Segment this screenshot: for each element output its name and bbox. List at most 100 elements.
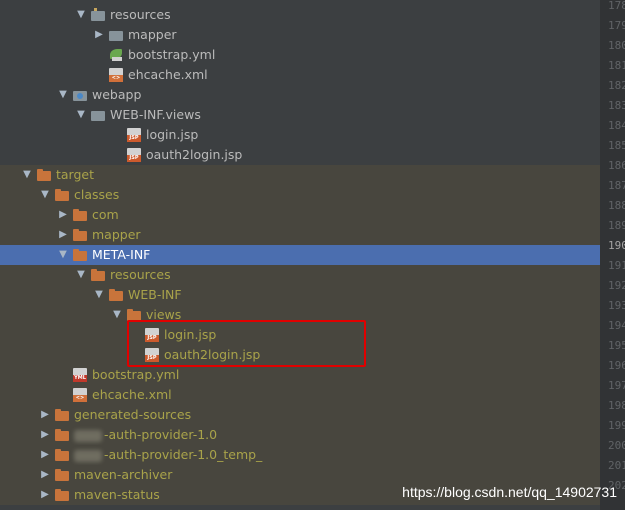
tree-row[interactable]: ▶ mapper (0, 225, 600, 245)
chevron-right-icon[interactable]: ▶ (38, 427, 52, 443)
chevron-down-icon[interactable]: ▼ (110, 307, 124, 323)
line-number: 189 (608, 219, 625, 232)
tree-row[interactable]: ▶ com (0, 205, 600, 225)
excluded-folder-icon (55, 469, 69, 481)
watermark: https://blog.csdn.net/qq_14902731 (402, 484, 617, 500)
tree-item-label: resources (110, 7, 171, 23)
tree-item-text: maven-archiver (74, 467, 173, 482)
tree-item-text: bootstrap.yml (92, 367, 180, 382)
tree-row[interactable]: ▼ resources (0, 5, 600, 25)
chevron-right-icon[interactable]: ▶ (56, 227, 70, 243)
tree-item-label: oauth2login.jsp (146, 147, 242, 163)
redacted-blur (74, 429, 102, 442)
tree-item-text: webapp (92, 87, 142, 102)
tree-item-label: META-INF (92, 247, 150, 263)
chevron-down-icon[interactable]: ▼ (92, 287, 106, 303)
tree-row[interactable]: <> ehcache.xml (0, 385, 600, 405)
chevron-right-icon[interactable]: ▶ (38, 407, 52, 423)
tree-row[interactable]: JSP oauth2login.jsp (0, 145, 600, 165)
chevron-down-icon[interactable]: ▼ (74, 107, 88, 123)
tree-row[interactable]: ▶ -auth-provider-1.0 (0, 425, 600, 445)
chevron-down-icon[interactable]: ▼ (56, 247, 70, 263)
excluded-folder-icon (73, 229, 87, 241)
excluded-folder-icon (109, 289, 123, 301)
tree-item-text: ehcache.xml (128, 67, 208, 82)
tree-item-label: generated-sources (74, 407, 191, 423)
chevron-right-icon[interactable]: ▶ (38, 487, 52, 503)
excluded-folder-icon (55, 409, 69, 421)
tree-row[interactable]: bootstrap.yml (0, 45, 600, 65)
tree-item-label: resources (110, 267, 171, 283)
folder-icon (91, 111, 105, 121)
tree-item-text: generated-sources (74, 407, 192, 422)
tree-item-label: maven-archiver (74, 467, 172, 483)
tree-row[interactable]: ▶ maven-archiver (0, 465, 600, 485)
tree-row[interactable]: ▶ -auth-provider-1.0_temp_ (0, 445, 600, 465)
tree-row[interactable]: YML bootstrap.yml (0, 365, 600, 385)
xml-file-icon: <> (109, 68, 123, 82)
tree-row[interactable]: ▶ generated-sources (0, 405, 600, 425)
tree-item-label: classes (74, 187, 119, 203)
line-number: 185 (608, 139, 625, 152)
chevron-right-icon[interactable]: ▶ (38, 447, 52, 463)
chevron-down-icon[interactable]: ▼ (20, 167, 34, 183)
line-number: 194 (608, 319, 625, 332)
line-number: 190 (608, 239, 625, 252)
tree-row[interactable]: ▼ WEB-INF (0, 285, 600, 305)
tree-item-label: -auth-provider-1.0_temp_ (74, 447, 262, 463)
tree-item-label: -auth-provider-1.0 (74, 427, 217, 443)
tree-item-label: webapp (92, 87, 141, 103)
line-number: 193 (608, 299, 625, 312)
chevron-right-icon[interactable]: ▶ (38, 467, 52, 483)
tree-row[interactable]: <> ehcache.xml (0, 65, 600, 85)
tree-item-text: classes (74, 187, 120, 202)
tree-item-label: maven-status (74, 487, 160, 503)
tree-item-label: WEB-INF (128, 287, 182, 303)
yml-file-icon: YML (73, 368, 87, 382)
excluded-folder-icon (73, 249, 87, 261)
line-number: 191 (608, 259, 625, 272)
tree-row[interactable]: ▼ classes (0, 185, 600, 205)
tree-item-label: bootstrap.yml (128, 47, 215, 63)
spring-config-icon (109, 48, 123, 62)
tree-row[interactable]: ▼ webapp (0, 85, 600, 105)
tree-item-text: WEB-INF (128, 287, 182, 302)
tree-item-label: target (56, 167, 94, 183)
chevron-right-icon[interactable]: ▶ (92, 27, 106, 43)
tree-row[interactable]: JSP login.jsp (0, 125, 600, 145)
tree-item-text: com (92, 207, 119, 222)
tree-item-label: mapper (128, 27, 177, 43)
chevron-down-icon[interactable]: ▼ (74, 267, 88, 283)
tree-row[interactable]: ▼ target (0, 165, 600, 185)
tree-row[interactable]: ▶ mapper (0, 25, 600, 45)
line-number: 198 (608, 399, 625, 412)
tree-item-text: ehcache.xml (92, 387, 172, 402)
line-number: 183 (608, 99, 625, 112)
project-tree[interactable]: ▼ resources ▶ mapper bootstrap.yml <> ehcache.… (0, 0, 600, 510)
web-folder-icon (73, 91, 87, 101)
tree-item-label: com (92, 207, 119, 223)
tree-item-text: -auth-provider-1.0 (104, 427, 218, 442)
tree-item-text: target (56, 167, 95, 182)
excluded-folder-icon (91, 269, 105, 281)
tree-row[interactable]: ▼ WEB-INF.views (0, 105, 600, 125)
tree-row[interactable]: ▼ resources (0, 265, 600, 285)
chevron-down-icon[interactable]: ▼ (38, 187, 52, 203)
chevron-down-icon[interactable]: ▼ (56, 87, 70, 103)
line-number: 200 (608, 439, 625, 452)
line-number: 196 (608, 359, 625, 372)
line-number: 180 (608, 39, 625, 52)
chevron-right-icon[interactable]: ▶ (56, 207, 70, 223)
folder-icon (109, 31, 123, 41)
chevron-down-icon[interactable]: ▼ (74, 7, 88, 23)
redacted-blur (74, 449, 102, 462)
tree-item-text: META-INF (92, 247, 151, 262)
excluded-folder-icon (55, 489, 69, 501)
tree-item-label: login.jsp (146, 127, 198, 143)
excluded-folder-icon (55, 449, 69, 461)
line-number: 181 (608, 59, 625, 72)
line-number: 195 (608, 339, 625, 352)
line-number: 187 (608, 179, 625, 192)
tree-row[interactable]: ▼ META-INF (0, 245, 600, 265)
tree-item-label: ehcache.xml (92, 387, 172, 403)
